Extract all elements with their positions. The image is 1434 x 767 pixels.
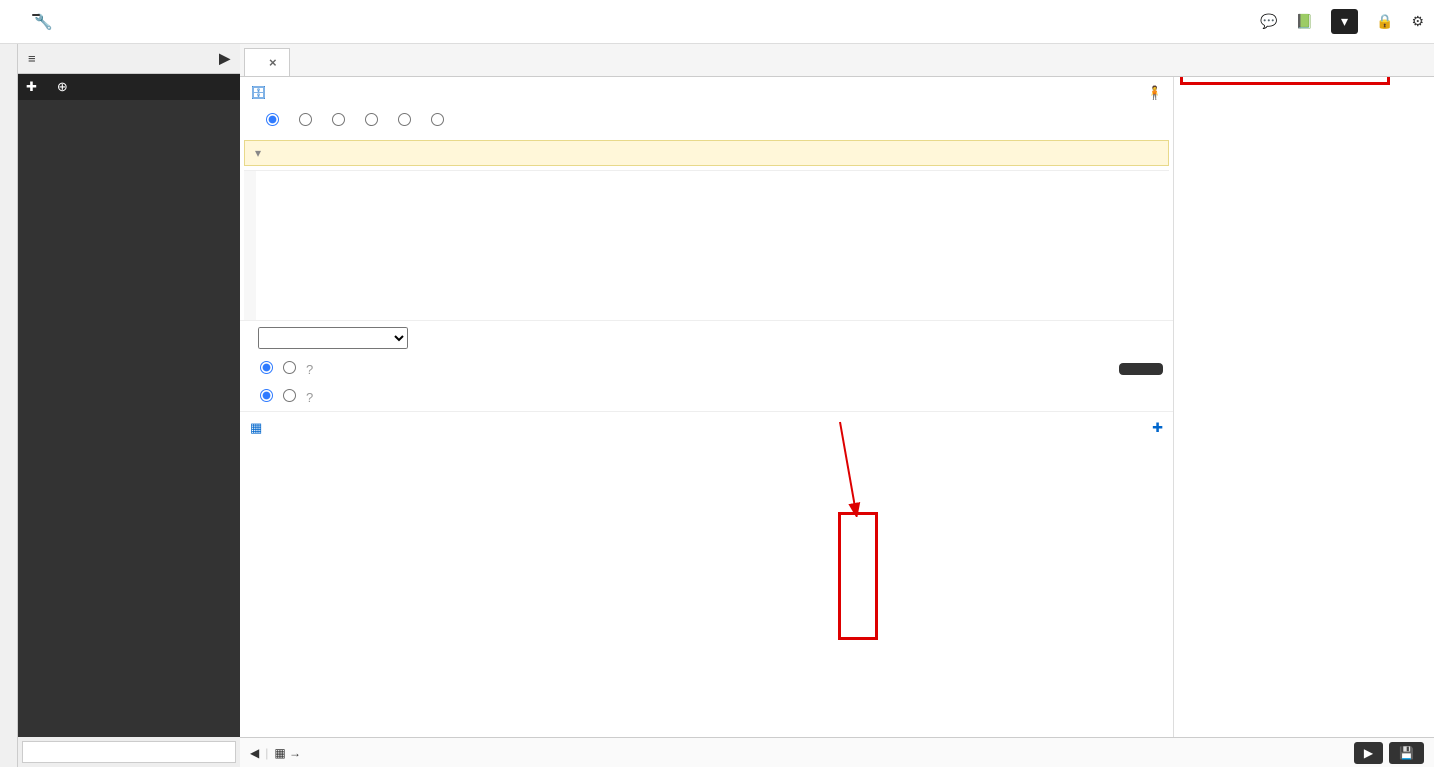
src-var[interactable] [365,113,382,126]
database-icon: 🗄 [250,85,267,101]
db-conn-select[interactable] [258,327,408,349]
src-http[interactable] [299,113,316,126]
ds-help-link[interactable]: 🧍 [1147,85,1163,101]
src-custom[interactable] [398,113,415,126]
local-enable[interactable] [283,389,296,405]
src-static[interactable] [431,113,448,126]
help-icon[interactable]: ? [306,390,313,405]
tab-column-sort[interactable]: × [244,48,290,76]
save-datasource-button[interactable] [1119,363,1163,375]
local-disable[interactable] [260,389,273,405]
community-link[interactable]: 💬 [1260,13,1277,30]
add-page-button[interactable]: ⊕ [57,79,68,95]
format-help-bar[interactable] [244,140,1169,166]
search-input[interactable] [22,741,236,763]
back-button[interactable]: ◀ [250,746,259,760]
columns-icon: ▦ [250,420,262,436]
play-icon[interactable]: ▶ [219,50,230,67]
preview-button[interactable]: ▶ [1354,742,1383,764]
settings-icon[interactable]: ⚙ [1411,13,1424,30]
help-icon[interactable]: ? [306,362,313,377]
user-badge[interactable]: 🔒 [1376,13,1393,30]
add-column-button[interactable]: ✚ [1152,420,1163,436]
src-jsonp[interactable] [332,113,349,126]
language-select[interactable]: ▾ [1331,9,1358,34]
sidebar-title: ≡ ▶ [18,44,240,74]
tutorial-link[interactable]: 📗 [1296,13,1313,30]
mock-enable[interactable] [283,361,296,377]
close-icon[interactable]: × [269,55,277,70]
src-rdb[interactable] [266,113,283,126]
mock-disable[interactable] [260,361,273,377]
save-button[interactable]: 💾 [1389,742,1424,764]
add-menu-button[interactable]: ✚ [26,79,37,95]
sql-editor[interactable] [256,171,264,320]
